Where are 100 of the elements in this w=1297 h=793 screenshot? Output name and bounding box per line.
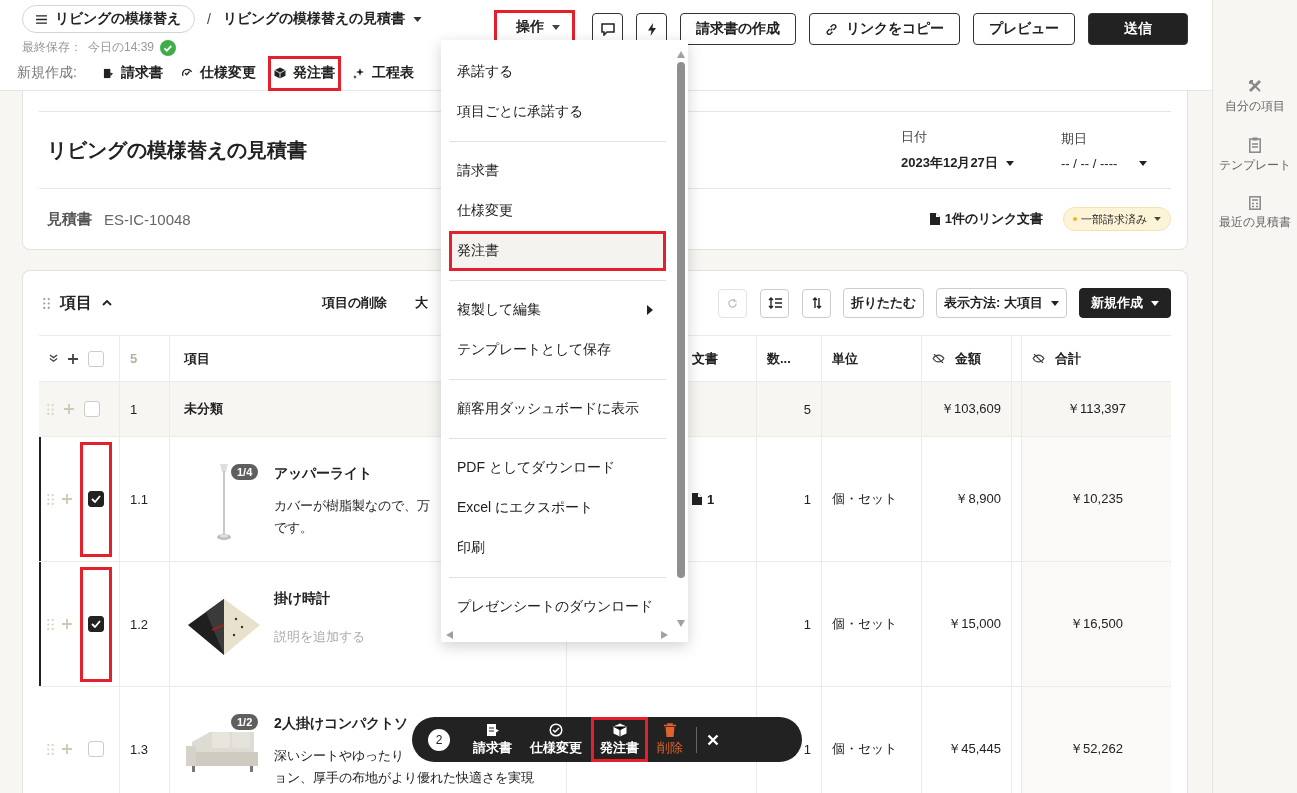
row-number: 1.3	[130, 741, 149, 757]
menu-item[interactable]: 発注書	[452, 234, 663, 268]
new-document-button[interactable]: 発注書	[273, 64, 335, 82]
image-count-badge: 1/2	[231, 714, 259, 730]
drag-handle-icon	[47, 493, 54, 505]
table-cell: 個・セット	[832, 615, 897, 633]
toolbar-button[interactable]: プレビュー	[973, 13, 1075, 45]
plus-icon	[62, 619, 72, 629]
bulk-action-button[interactable]: 発注書	[600, 722, 639, 757]
ruler-pencil-icon	[1247, 78, 1263, 94]
toolbar-action-button[interactable]: 大	[415, 294, 428, 312]
copy-link-button[interactable]: リンクをコピー	[809, 13, 960, 45]
menu-item[interactable]: PDF としてダウンロード	[452, 451, 663, 485]
row-number: 1	[130, 401, 138, 417]
line-spacing-button[interactable]	[760, 288, 790, 318]
menu-item[interactable]: テンプレートとして保存	[452, 333, 663, 367]
sidebar-item[interactable]: 最近の見積書	[1216, 195, 1294, 231]
column-header: 単位	[832, 349, 858, 368]
operations-dropdown[interactable]: 操作	[509, 18, 560, 36]
sparkle-icon	[352, 67, 365, 79]
linked-documents-link[interactable]: 1件のリンク文書	[929, 210, 1043, 228]
sidebar-item[interactable]: テンプレート	[1216, 136, 1294, 174]
new-document-button[interactable]: 工程表	[352, 64, 414, 82]
document-count: 1	[707, 491, 715, 507]
group-name: 未分類	[184, 400, 223, 418]
menu-icon	[36, 14, 47, 24]
invoice-icon	[485, 722, 500, 737]
caret-icon	[1154, 217, 1161, 221]
caret-icon	[1139, 160, 1148, 166]
status-dot-icon	[1073, 217, 1077, 221]
table-cell: 個・セット	[832, 490, 897, 508]
row-checkbox[interactable]	[88, 616, 104, 632]
box-icon	[273, 67, 286, 79]
caret-icon	[1005, 160, 1014, 166]
collapse-button[interactable]: 折りたたむ	[843, 288, 925, 318]
document-type: 見積書	[47, 209, 92, 229]
menu-item[interactable]: プレゼンシートのダウンロード	[452, 590, 663, 624]
column-header: 文書	[692, 349, 718, 368]
send-button[interactable]: 送信	[1088, 13, 1188, 45]
menu-item[interactable]: 顧客用ダッシュボードに表示	[452, 392, 663, 426]
table-cell: 1	[803, 616, 811, 632]
line-spacing-icon	[767, 297, 782, 309]
due-date-label: 期日	[1061, 129, 1088, 148]
menu-item[interactable]: 印刷	[452, 531, 663, 565]
document-icon	[929, 213, 940, 225]
bulk-action-button[interactable]: 削除	[657, 722, 683, 757]
drag-handle-icon	[47, 403, 54, 415]
menu-item[interactable]: 請求書	[452, 154, 663, 188]
new-item-dropdown[interactable]: 新規作成	[1079, 288, 1171, 318]
items-section-toggle[interactable]: 項目	[60, 292, 322, 314]
new-document-button[interactable]: 仕様変更	[180, 64, 256, 82]
eye-off-icon	[932, 354, 945, 363]
link-icon	[825, 22, 838, 36]
status-dropdown[interactable]: 一部請求済み	[1063, 207, 1171, 231]
table-cell: ￥8,900	[955, 490, 1001, 508]
delete-items-button[interactable]: 項目の削除	[322, 294, 387, 312]
image-count-badge: 1/4	[231, 464, 259, 480]
item-name: アッパーライト	[274, 465, 372, 483]
menu-item[interactable]: 承諾する	[452, 55, 663, 89]
table-cell: ￥45,445	[948, 740, 1001, 758]
drag-handle-icon	[47, 618, 54, 630]
due-date-dropdown[interactable]: -- / -- / ----	[1061, 155, 1171, 171]
check-icon	[91, 620, 101, 628]
bulk-action-button[interactable]: 仕様変更	[530, 722, 582, 757]
selected-count: 2	[428, 728, 450, 751]
table-cell: 5	[803, 401, 811, 417]
menu-item[interactable]: 複製して編集	[452, 293, 663, 327]
sidebar-item[interactable]: 自分の項目	[1216, 78, 1294, 115]
table-cell: 個・セット	[832, 740, 897, 758]
plus-icon	[62, 744, 72, 754]
invoice-icon	[102, 67, 114, 79]
sort-button[interactable]	[802, 288, 832, 318]
horizontal-scrollbar[interactable]	[445, 630, 669, 640]
bulk-action-button[interactable]: 請求書	[473, 722, 512, 757]
select-all-checkbox[interactable]	[88, 350, 104, 367]
clipboard-icon	[1249, 136, 1261, 153]
caret-icon	[1151, 300, 1159, 306]
new-label: 新規作成:	[17, 64, 77, 82]
menu-item[interactable]: 項目ごとに承諾する	[452, 95, 663, 129]
item-description: 深いシートやゆったり	[274, 747, 404, 765]
lightning-icon	[647, 22, 656, 36]
toolbar-button[interactable]: 請求書の作成	[680, 13, 796, 45]
trash-icon	[664, 722, 676, 737]
menu-item[interactable]: Excel にエクスポート	[452, 491, 663, 525]
menu-item[interactable]: 仕様変更	[452, 194, 663, 228]
close-button[interactable]	[707, 733, 719, 746]
document-title-dropdown[interactable]: リビングの模様替えの見積書	[222, 10, 422, 28]
expand-all-icon	[49, 354, 58, 363]
column-header: 項目	[184, 349, 210, 368]
close-icon	[707, 733, 719, 746]
row-checkbox[interactable]	[88, 491, 104, 507]
plus-icon	[68, 353, 78, 364]
item-name: 2人掛けコンパクトソ	[274, 715, 408, 733]
plus-icon	[64, 404, 74, 414]
comment-icon	[600, 22, 615, 36]
row-number: 1.2	[130, 616, 149, 632]
view-mode-dropdown[interactable]: 表示方法: 大項目	[936, 288, 1067, 318]
date-dropdown[interactable]: 2023年12月27日	[901, 154, 1061, 172]
new-document-button[interactable]: 請求書	[102, 64, 163, 82]
column-header: 数...	[767, 349, 791, 368]
